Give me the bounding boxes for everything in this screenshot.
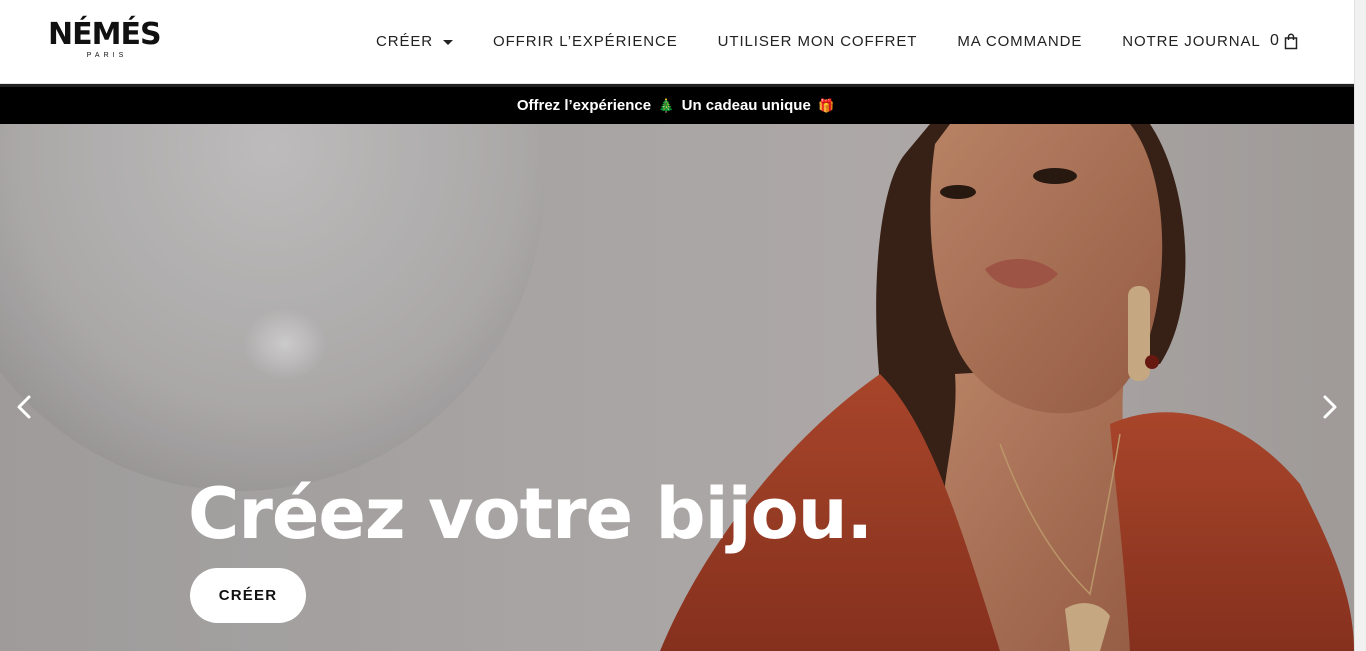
- caret-down-icon: [443, 39, 454, 45]
- nav-item-label: OFFRIR L’EXPÉRIENCE: [493, 32, 678, 50]
- nav-item-offrir[interactable]: OFFRIR L’EXPÉRIENCE: [493, 33, 678, 50]
- nav-item-label: UTILISER MON COFFRET: [717, 32, 918, 50]
- announcement-bar: Offrez l’expérience 🎄 Un cadeau unique 🎁: [0, 84, 1354, 124]
- main-nav: CRÉER OFFRIR L’EXPÉRIENCE UTILISER MON C…: [376, 30, 1301, 52]
- chevron-right-icon[interactable]: [1316, 394, 1342, 420]
- cart-button[interactable]: 0: [1270, 30, 1298, 52]
- logo-wordmark: NÉMÉS: [48, 17, 162, 52]
- nav-item-label: CRÉER: [376, 32, 434, 50]
- hero-title: Créez votre bijou.: [188, 473, 873, 555]
- creer-button[interactable]: CRÉER: [190, 568, 306, 623]
- nav-item-journal[interactable]: NOTRE JOURNAL: [1122, 33, 1260, 50]
- announcement-text-1: Offrez l’expérience: [516, 97, 652, 114]
- brand-logo[interactable]: NÉMÉS PARIS: [48, 20, 166, 64]
- announcement-text-2: Un cadeau unique: [681, 97, 811, 114]
- nav-item-utiliser-coffret[interactable]: UTILISER MON COFFRET: [718, 33, 918, 50]
- nav-item-ma-commande[interactable]: MA COMMANDE: [957, 33, 1082, 50]
- nav-item-label: NOTRE JOURNAL: [1122, 32, 1261, 50]
- site-header: NÉMÉS PARIS CRÉER OFFRIR L’EXPÉRIENCE UT…: [0, 0, 1354, 84]
- chevron-left-icon[interactable]: [12, 394, 38, 420]
- nav-item-label: MA COMMANDE: [957, 32, 1083, 50]
- logo-tagline: PARIS: [86, 52, 128, 59]
- tree-icon: 🎄: [658, 98, 675, 113]
- shopping-bag-icon: [1284, 33, 1298, 49]
- page-scrollbar[interactable]: [1354, 0, 1366, 651]
- page: NÉMÉS PARIS CRÉER OFFRIR L’EXPÉRIENCE UT…: [0, 0, 1366, 651]
- gift-icon: 🎁: [817, 98, 835, 113]
- hero-slider: Créez votre bijou. CRÉER: [0, 124, 1354, 651]
- nav-item-creer[interactable]: CRÉER: [376, 32, 454, 50]
- cart-count: 0: [1270, 32, 1279, 49]
- announcement-text: Offrez l’expérience 🎄 Un cadeau unique 🎁: [517, 97, 837, 114]
